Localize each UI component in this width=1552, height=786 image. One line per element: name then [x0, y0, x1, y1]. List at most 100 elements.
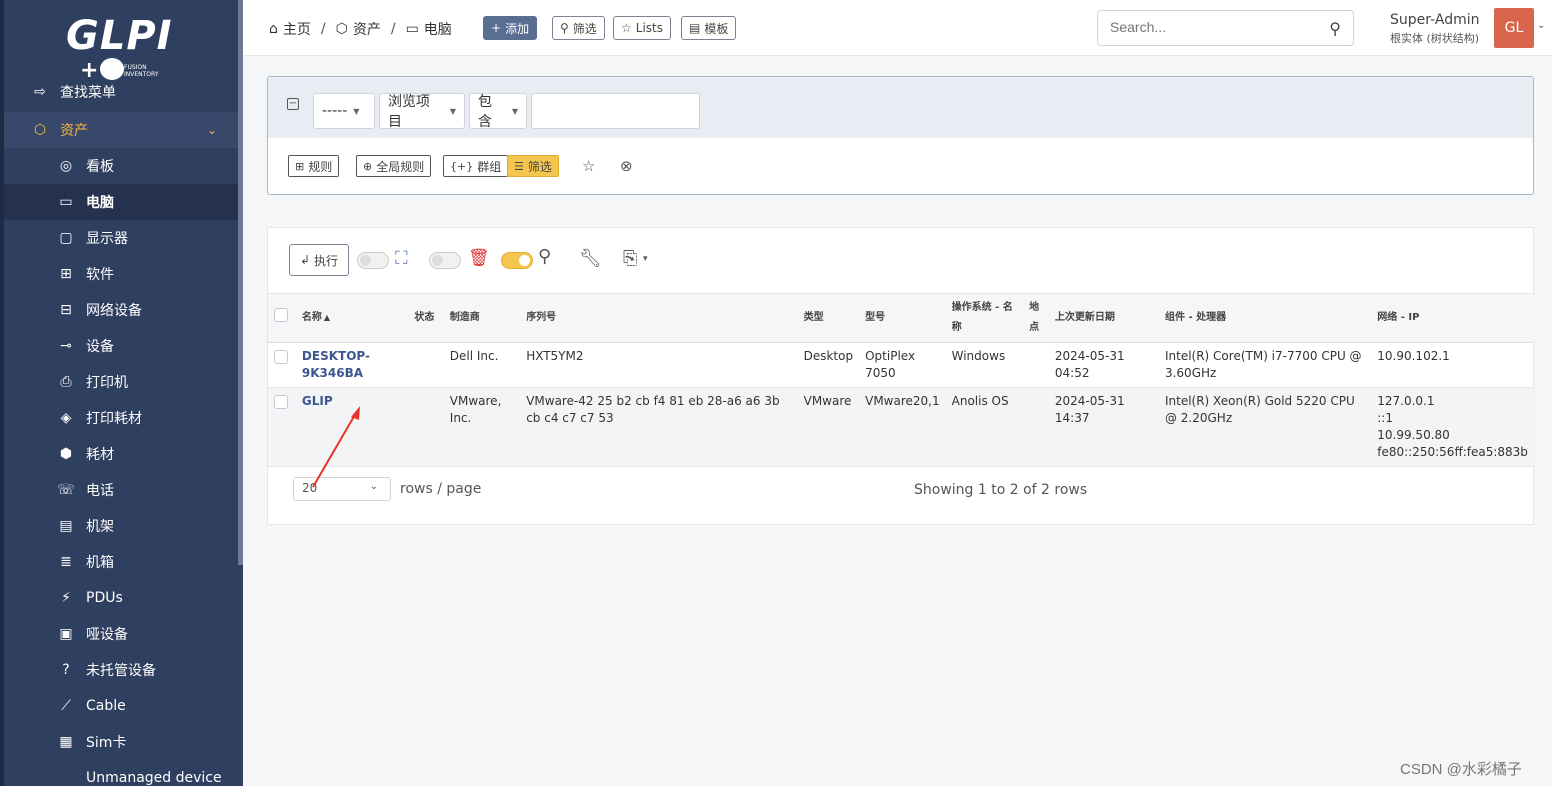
massive-actions-button[interactable]: ↲ 执行 — [289, 244, 349, 276]
criteria-value-input[interactable] — [531, 93, 700, 129]
sidebar-item-devices[interactable]: ⊸ 设备 — [4, 328, 239, 364]
search-panel-toggle[interactable] — [501, 252, 533, 269]
select-all-cell[interactable] — [268, 293, 296, 343]
cell-type: Desktop — [797, 342, 860, 388]
cell-serial: HXT5YM2 — [520, 342, 798, 388]
glpi-logo[interactable]: GLPI + FUSION INVENTORY — [66, 14, 176, 83]
sidebar-item-sim-cards[interactable]: ▦ Sim卡 — [4, 724, 239, 760]
lists-button[interactable]: ☆ Lists — [613, 16, 671, 40]
watermark: CSDN @水彩橘子 — [1400, 761, 1522, 778]
cell-type: VMware — [797, 387, 860, 467]
sidebar-item-label: 看板 — [86, 159, 114, 175]
sidebar-item-pdus[interactable]: ⚡ PDUs — [4, 580, 239, 616]
select-all-checkbox[interactable] — [274, 308, 288, 322]
sidebar-item-cartridges[interactable]: ◈ 打印耗材 — [4, 400, 239, 436]
user-entity[interactable]: 根实体 (树状结构) — [1390, 30, 1479, 46]
add-button[interactable]: + 添加 — [483, 16, 538, 40]
avatar[interactable]: GL — [1494, 8, 1534, 48]
map-toggle[interactable] — [357, 252, 389, 269]
column-header-serial[interactable]: 序列号 — [520, 293, 798, 343]
search-toggle-button[interactable]: ⚲ 筛选 — [552, 16, 605, 40]
sidebar-item-find-menu[interactable]: ⇨ 查找菜单 — [4, 74, 239, 110]
chevron-down-icon[interactable]: ▾ — [643, 254, 648, 264]
sidebar-section-assets[interactable]: ⬡ 资产 ⌄ — [4, 112, 239, 148]
criteria-item-select[interactable]: 浏览项目 ▼ — [379, 93, 465, 130]
criteria-field-select[interactable]: ----- ▼ — [313, 93, 375, 129]
sidebar-item-label: 哑设备 — [86, 627, 128, 643]
collapse-icon[interactable]: − — [287, 98, 299, 110]
sidebar-item-passive-devices[interactable]: ▣ 哑设备 — [4, 616, 239, 652]
chevron-down-icon[interactable]: ⌄ — [1537, 20, 1545, 31]
sidebar-item-consumables[interactable]: ⬢ 耗材 — [4, 436, 239, 472]
column-header-last-update[interactable]: 上次更新日期 — [1048, 293, 1159, 343]
computer-link[interactable]: GLIP — [302, 394, 333, 408]
trash-icon: 🗑︎ — [468, 248, 490, 268]
row-checkbox[interactable] — [274, 395, 288, 409]
sidebar-item-label: 机架 — [86, 519, 114, 535]
sidebar-item-label: 未托管设备 — [86, 663, 156, 679]
caret-down-icon: ▼ — [511, 106, 518, 116]
templates-button[interactable]: ▤ 模板 — [681, 16, 737, 40]
column-header-os[interactable]: 操作系统 - 名称 — [945, 293, 1024, 343]
global-search-input[interactable] — [1110, 19, 1310, 35]
sidebar-item-label: 电脑 — [86, 195, 114, 211]
sidebar-item-dashboard[interactable]: ◎ 看板 — [4, 148, 239, 184]
global-search[interactable]: ⚲ — [1097, 10, 1354, 46]
question-icon: ? — [62, 662, 70, 678]
search-submit-button[interactable]: ☰ 筛选 — [507, 155, 559, 177]
sidebar-item-label: 软件 — [86, 267, 114, 283]
sidebar-item-unmanaged-device[interactable]: Unmanaged device — [4, 760, 239, 786]
cell-os: Anolis OS — [945, 387, 1024, 467]
row-checkbox[interactable] — [274, 350, 288, 364]
top-header: ⌂主页 / ⬡资产 / ▭电脑 +添加 ⚲筛选 ☆Lists ▤模板 ⚲ Sup… — [243, 0, 1552, 56]
sidebar-item-printers[interactable]: ⎙ 打印机 — [4, 364, 239, 400]
column-header-processor[interactable]: 组件 - 处理器 — [1158, 293, 1372, 343]
column-header-model[interactable]: 型号 — [859, 293, 946, 343]
computer-link[interactable]: DESKTOP-9K346BA — [302, 349, 370, 380]
printer-icon: ⎙ — [60, 374, 72, 390]
usb-icon: ⊸ — [60, 338, 72, 354]
column-header-ip[interactable]: 网络 - IP — [1371, 293, 1534, 343]
add-global-rule-button[interactable]: ⊕ 全局规则 — [356, 155, 432, 177]
template-icon: ▤ — [689, 21, 701, 35]
column-header-type[interactable]: 类型 — [797, 293, 860, 343]
square-icon: ▣ — [59, 626, 73, 642]
search-icon[interactable]: ⚲ — [1329, 19, 1341, 38]
column-header-status[interactable]: 状态 — [408, 293, 444, 343]
add-rule-button[interactable]: ⊞ 规则 — [288, 155, 340, 177]
sidebar-item-computers[interactable]: ▭ 电脑 — [4, 184, 239, 220]
sidebar-scrollbar[interactable] — [238, 0, 243, 565]
sidebar-item-label: Cable — [86, 698, 126, 714]
sidebar-item-racks[interactable]: ▤ 机架 — [4, 508, 239, 544]
export-file-icon[interactable]: ⎘ — [623, 248, 637, 269]
column-header-location[interactable]: 地点 — [1023, 293, 1049, 343]
column-header-manufacturer[interactable]: 制造商 — [443, 293, 521, 343]
sidebar-item-unmanaged-devices[interactable]: ? 未托管设备 — [4, 652, 239, 688]
trash-toggle[interactable] — [429, 252, 461, 269]
network-icon: ⊟ — [60, 302, 72, 318]
column-header-name[interactable]: 名称 ▲ — [295, 293, 409, 343]
reset-circle-x-icon[interactable]: ⊗ — [620, 157, 633, 175]
sidebar-item-monitors[interactable]: ▢ 显示器 — [4, 220, 239, 256]
sidebar-item-cables[interactable]: ⟋ Cable — [4, 688, 239, 724]
sidebar-item-enclosures[interactable]: ≣ 机箱 — [4, 544, 239, 580]
sidebar-item-network-devices[interactable]: ⊟ 网络设备 — [4, 292, 239, 328]
sidebar-item-label: 电话 — [86, 483, 114, 499]
results-panel: ↲ 执行 ⛶ 🗑︎ ⚲ 🔧︎ ⎘ ▾ 名称 ▲ 状态 制造商 序列号 类型 型号 操… — [267, 227, 1534, 525]
sidebar: GLPI + FUSION INVENTORY ⇨ 查找菜单 ⬡ 资产 ⌄ ◎ … — [0, 0, 243, 786]
criteria-operator-select[interactable]: 包含 ▼ — [469, 93, 527, 130]
sidebar-item-phones[interactable]: ☏ 电话 — [4, 472, 239, 508]
wrench-icon[interactable]: 🔧︎ — [579, 248, 602, 269]
sidebar-item-label: 打印机 — [86, 375, 128, 391]
breadcrumb-home[interactable]: ⌂ 主页 — [269, 19, 311, 39]
page-size-select[interactable]: 20 ⌄ — [293, 477, 391, 501]
sidebar-item-software[interactable]: ⊞ 软件 — [4, 256, 239, 292]
pagination-info: Showing 1 to 2 of 2 rows — [914, 482, 1088, 498]
user-name[interactable]: Super-Admin — [1390, 12, 1479, 28]
server-icon: ▤ — [59, 518, 73, 534]
breadcrumb-computers[interactable]: ▭ 电脑 — [406, 19, 452, 39]
add-group-button[interactable]: {+} 群组 — [443, 155, 509, 177]
breadcrumb-assets[interactable]: ⬡ 资产 — [336, 19, 381, 39]
cell-last-update: 2024-05-31 04:52 — [1048, 342, 1159, 388]
save-search-star-icon[interactable]: ☆ — [582, 157, 595, 175]
